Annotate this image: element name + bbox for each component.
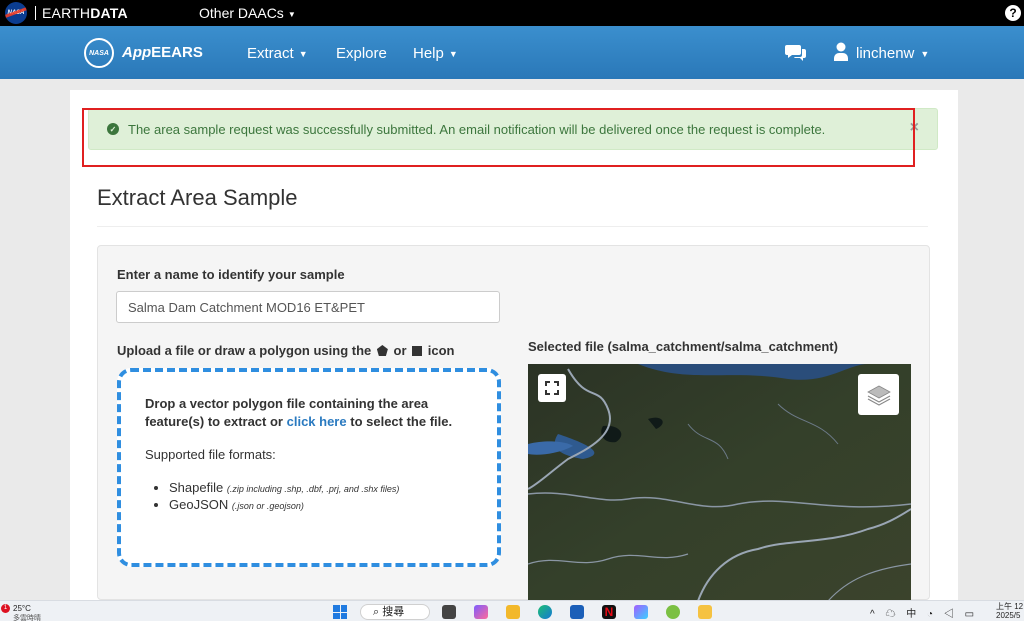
file-dropzone[interactable]: Drop a vector polygon file containing th… [117,368,501,567]
file-explorer-icon[interactable] [506,605,520,619]
nasa-logo[interactable]: NASA [5,2,27,24]
brand-app: App [122,44,152,61]
notification-badge: 1 [1,604,10,613]
earthdata-title[interactable]: EARTHDATA [42,5,128,21]
weather-temperature[interactable]: 25°C [13,604,31,613]
caret-down-icon: ▼ [920,49,930,60]
windows-taskbar: 1 25°C 多雲時晴 ⌕ 搜尋 N ^ ☁ 中 ◔ ◁ ▭ 上午 12 2025… [0,600,1024,621]
taskbar-search[interactable]: ⌕ 搜尋 [360,604,430,620]
qgis-icon[interactable] [666,605,680,619]
rectangle-icon [412,346,423,356]
format-note: (.json or .geojson) [231,501,304,511]
nav-extract[interactable]: Extract ▼ [247,45,308,62]
upload-label: Upload a file or draw a polygon using th… [117,343,454,358]
taskbar-search-label: 搜尋 [382,606,405,618]
caret-down-icon: ▼ [448,49,458,60]
nav-explore[interactable]: Explore [336,45,387,62]
nav-extract-label: Extract [247,45,294,62]
map-view[interactable] [528,364,911,601]
app-icon[interactable] [634,605,648,619]
layers-icon [866,385,891,406]
task-view-icon[interactable] [442,605,456,619]
satellite-map[interactable] [528,364,911,601]
upload-label-pre: Upload a file or draw a polygon using th… [117,343,372,358]
earthdata-divider [35,6,36,20]
weather-condition: 多雲時晴 [13,615,41,621]
format-name: Shapefile [169,480,224,495]
help-circle-icon[interactable]: ? [1005,5,1021,21]
expand-icon [545,381,559,395]
earthdata-bar: NASA EARTHDATA Other DAACs ▼ ? [0,0,1024,26]
earthdata-title-bold: DATA [90,5,128,21]
caret-down-icon: ▼ [298,49,308,60]
nav-help[interactable]: Help ▼ [413,45,458,62]
title-divider [97,226,928,227]
search-icon: ⌕ [373,606,380,618]
formats-list: Shapefile (.zip including .shp, .dbf, .p… [169,480,399,514]
sample-form-panel: Enter a name to identify your sample Upl… [97,245,930,601]
other-daacs-menu[interactable]: Other DAACs ▼ [199,5,296,21]
formats-label: Supported file formats: [145,447,276,462]
dropzone-text-post: to select the file. [350,414,453,429]
list-item: Shapefile (.zip including .shp, .dbf, .p… [169,480,399,497]
page-title: Extract Area Sample [97,185,298,210]
fullscreen-button[interactable] [538,374,566,402]
caret-down-icon: ▼ [287,9,296,19]
nav-explore-label: Explore [336,45,387,62]
sample-name-input[interactable] [116,291,500,323]
earthdata-title-light: EARTH [42,5,91,21]
netflix-icon[interactable]: N [602,605,616,619]
copilot-icon[interactable] [474,605,488,619]
format-note: (.zip including .shp, .dbf, .prj, and .s… [226,484,400,494]
selected-file-label: Selected file (salma_catchment/salma_cat… [528,339,838,354]
appeears-navbar: NASA AppEEARS Extract ▼ Explore Help ▼ lin… [0,26,1024,79]
polygon-icon [376,345,388,356]
click-here-link[interactable]: click here [287,414,347,429]
layers-button[interactable] [858,374,899,415]
nasa-logo-text: NASA [7,10,25,16]
user-menu[interactable]: linchenw ▼ [856,45,929,62]
appeears-brand[interactable]: AppEEARS [122,44,203,61]
dropzone-instructions: Drop a vector polygon file containing th… [145,395,475,431]
other-daacs-label: Other DAACs [199,5,284,21]
user-name: linchenw [856,45,915,62]
app-icon[interactable] [698,605,712,619]
user-icon[interactable] [833,42,849,62]
nav-help-label: Help [413,45,444,62]
clock-time: 上午 12 [996,602,1024,611]
store-icon[interactable] [570,605,584,619]
windows-start-icon[interactable] [333,605,347,619]
brand-rest: EEARS [151,44,203,61]
highlight-annotation-box [82,108,915,167]
edge-icon[interactable] [538,605,552,619]
upload-label-post: icon [427,343,455,358]
comments-icon[interactable] [785,43,807,61]
list-item: GeoJSON (.json or .geojson) [169,497,399,514]
clock[interactable]: 上午 12 2025/5 [996,602,1023,620]
sample-name-label: Enter a name to identify your sample [117,267,345,282]
format-name: GeoJSON [169,497,229,512]
system-tray[interactable]: ^ ☁ 中 ◔ ◁ ▭ [870,605,978,620]
clock-date: 2025/5 [996,611,1021,620]
upload-label-or: or [393,343,407,358]
nasa-meatball-logo[interactable]: NASA [84,38,114,68]
